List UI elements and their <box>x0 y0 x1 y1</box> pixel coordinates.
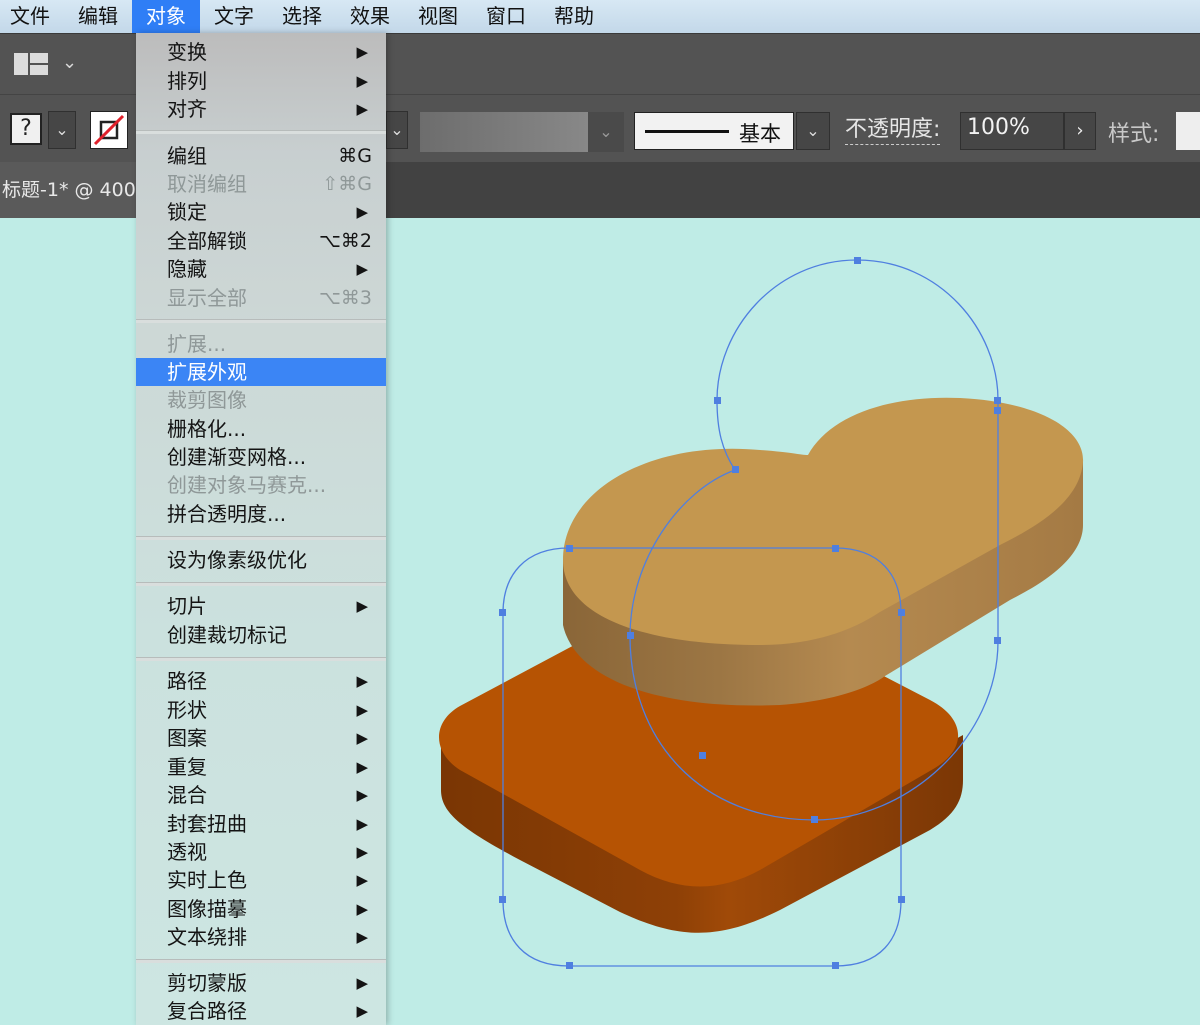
menu-separator <box>136 319 386 323</box>
submenu-arrow-icon: ▶ <box>356 260 368 278</box>
submenu-arrow-icon: ▶ <box>356 758 368 776</box>
menu-item-live-paint[interactable]: 实时上色 ▶ <box>136 866 386 894</box>
menu-item-image-trace[interactable]: 图像描摹 ▶ <box>136 895 386 923</box>
menu-item-unlock-all[interactable]: 全部解锁 ⌥⌘2 <box>136 227 386 255</box>
menu-item-create-gradient-mesh[interactable]: 创建渐变网格... <box>136 443 386 471</box>
menu-item-show-all: 显示全部 ⌥⌘3 <box>167 286 372 310</box>
submenu-arrow-icon: ▶ <box>356 900 368 918</box>
menu-item-expand-appearance[interactable]: 扩展外观 <box>136 358 386 386</box>
menu-item-path[interactable]: 路径 ▶ <box>136 667 386 695</box>
menu-item-clipping-mask[interactable]: 剪切蒙版 ▶ <box>136 969 386 997</box>
menu-item-pixel-perfect[interactable]: 设为像素级优化 <box>136 546 386 574</box>
menu-item-rasterize[interactable]: 栅格化... <box>136 415 386 443</box>
menu-item-ungroup: 取消编组 ⇧⌘G <box>167 172 372 196</box>
menu-separator <box>136 959 386 963</box>
submenu-arrow-icon: ▶ <box>356 701 368 719</box>
menu-item-transform[interactable]: 变换 ▶ <box>136 38 386 66</box>
menu-item-slice[interactable]: 切片 ▶ <box>136 592 386 620</box>
submenu-arrow-icon: ▶ <box>356 100 368 118</box>
menu-item-blend[interactable]: 混合 ▶ <box>136 781 386 809</box>
menu-separator <box>136 657 386 661</box>
menu-separator <box>136 536 386 540</box>
menu-separator <box>136 582 386 586</box>
submenu-arrow-icon: ▶ <box>356 672 368 690</box>
menu-item-crop-image: 裁剪图像 <box>167 388 247 412</box>
menu-item-pattern[interactable]: 图案 ▶ <box>136 724 386 752</box>
menu-item-compound-path[interactable]: 复合路径 ▶ <box>136 997 386 1025</box>
menu-item-repeat[interactable]: 重复 ▶ <box>136 753 386 781</box>
submenu-arrow-icon: ▶ <box>356 815 368 833</box>
menu-item-text-wrap[interactable]: 文本绕排 ▶ <box>136 923 386 951</box>
menu-item-arrange[interactable]: 排列 ▶ <box>136 67 386 95</box>
menu-item-align[interactable]: 对齐 ▶ <box>136 95 386 123</box>
menu-item-create-object-mosaic: 创建对象马赛克... <box>167 473 327 497</box>
menu-item-create-trim-marks[interactable]: 创建裁切标记 <box>136 621 386 649</box>
menu-item-lock[interactable]: 锁定 ▶ <box>136 198 386 226</box>
menu-item-expand: 扩展... <box>167 332 227 356</box>
submenu-arrow-icon: ▶ <box>356 871 368 889</box>
menu-item-hide[interactable]: 隐藏 ▶ <box>136 255 386 283</box>
submenu-arrow-icon: ▶ <box>356 928 368 946</box>
submenu-arrow-icon: ▶ <box>356 203 368 221</box>
menu-item-perspective[interactable]: 透视 ▶ <box>136 838 386 866</box>
object-menu: 变换 ▶ 排列 ▶ 对齐 ▶ 编组 ⌘G 取消编组 ⇧⌘G 锁定 ▶ 全部解锁 ⌥⌘2 隐藏 ▶… <box>136 33 386 1025</box>
submenu-arrow-icon: ▶ <box>356 72 368 90</box>
menu-item-shape[interactable]: 形状 ▶ <box>136 696 386 724</box>
menu-separator <box>136 130 386 134</box>
submenu-arrow-icon: ▶ <box>356 1002 368 1020</box>
menu-item-group[interactable]: 编组 ⌘G <box>136 142 386 170</box>
submenu-arrow-icon: ▶ <box>356 597 368 615</box>
submenu-arrow-icon: ▶ <box>356 974 368 992</box>
submenu-arrow-icon: ▶ <box>356 729 368 747</box>
submenu-arrow-icon: ▶ <box>356 843 368 861</box>
submenu-arrow-icon: ▶ <box>356 43 368 61</box>
menu-item-envelope-distort[interactable]: 封套扭曲 ▶ <box>136 810 386 838</box>
submenu-arrow-icon: ▶ <box>356 786 368 804</box>
bread-slice-top[interactable] <box>563 397 1084 645</box>
menu-item-flatten-transparency[interactable]: 拼合透明度... <box>136 500 386 528</box>
